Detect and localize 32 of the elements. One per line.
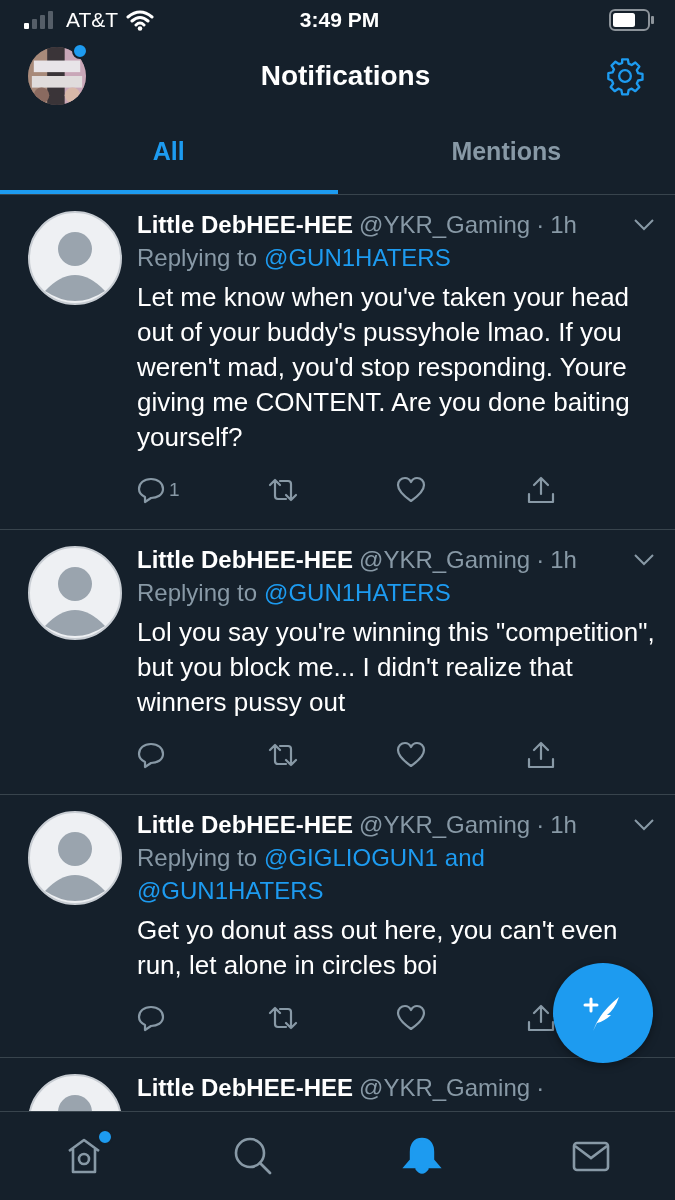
tab[interactable]: All — [0, 112, 338, 194]
mention-link[interactable]: @GIGLIOGUN1 — [264, 841, 438, 874]
author-handle: @YKR_Gaming — [359, 546, 531, 574]
mention-link[interactable]: @GUN1HATERS — [264, 241, 451, 274]
author-handle: @YKR_Gaming — [359, 1074, 531, 1102]
carrier: AT&T — [66, 8, 119, 32]
tweet-text: Get yo donut ass out here, you can't even run, let alone in circles boi — [137, 914, 619, 982]
tweet-text: Lol you say you're winning this "competition", but you block me... I didn't realize that winners pussy out — [137, 616, 655, 719]
tweet-time: 1h — [550, 811, 577, 839]
reply-count: 1 — [169, 479, 180, 501]
author-name: Little DebHEE-HEE — [137, 211, 354, 239]
tweet-text: Let me know when you've taken your head out of your buddy's pussyhole lmao. If you weren't mad, you'd stop responding. Youre giving me CONTENT. Are you done baiting yourself? — [137, 281, 631, 454]
replying-label: Replying to — [137, 843, 258, 873]
author-name: Little DebHEE-HEE — [137, 546, 354, 574]
page-title: Notifications — [260, 60, 431, 92]
author-handle: @YKR_Gaming — [359, 811, 531, 839]
mention-link[interactable]: @GUN1HATERS — [137, 874, 324, 907]
separator-dot: · — [536, 546, 545, 574]
author-name: Little DebHEE-HEE — [137, 811, 354, 839]
separator-dot: · — [536, 811, 545, 839]
replying-label: Replying to — [137, 243, 258, 273]
tab[interactable]: Mentions — [337, 112, 675, 194]
author-handle: @YKR_Gaming — [359, 211, 531, 239]
mention-link[interactable]: @GUN1HATERS — [264, 576, 451, 609]
author-name: Little DebHEE-HEE — [137, 1074, 354, 1102]
tweet-time: 1h — [550, 546, 577, 574]
joiner-text: and — [444, 843, 485, 873]
replying-label: Replying to — [137, 578, 258, 608]
separator-dot: · — [536, 211, 545, 239]
tweet-time: 1h — [550, 211, 577, 239]
clock: 3:49 PM — [299, 8, 380, 32]
separator-dot: · — [536, 1074, 545, 1102]
